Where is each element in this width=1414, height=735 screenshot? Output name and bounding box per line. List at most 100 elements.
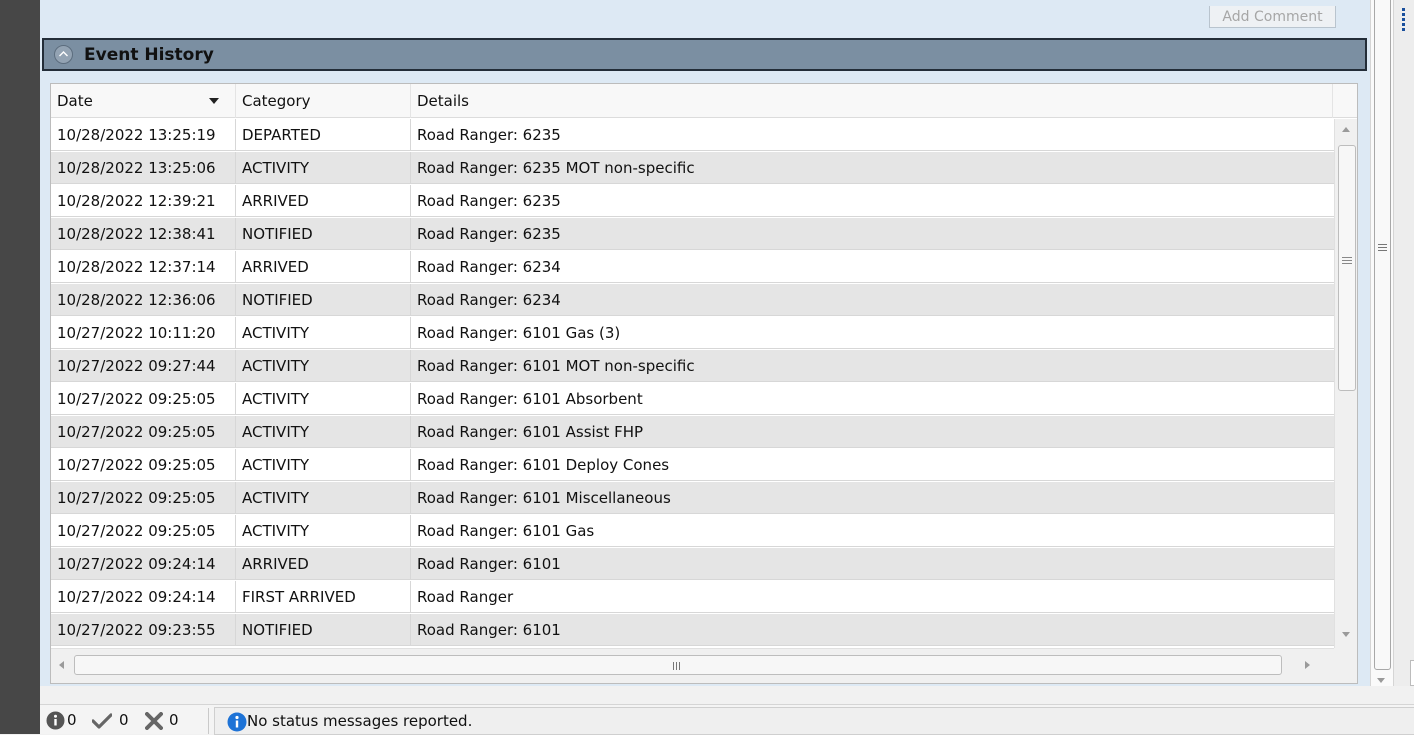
grid-header: Date Category Details — [51, 84, 1357, 118]
table-row[interactable]: 10/28/2022 13:25:06 ACTIVITY Road Ranger: … — [51, 152, 1334, 184]
status-message-box: No status messages reported. — [214, 707, 1414, 735]
date-cell: 10/27/2022 09:23:55 — [51, 614, 236, 646]
category-cell: ARRIVED — [236, 548, 411, 580]
details-cell: Road Ranger: 6101 Absorbent — [417, 390, 643, 408]
scroll-right-arrow-icon[interactable] — [1305, 661, 1310, 669]
table-row[interactable]: 10/27/2022 09:27:44 ACTIVITY Road Ranger: … — [51, 350, 1334, 382]
table-row[interactable]: 10/27/2022 09:25:05 ACTIVITY Road Ranger: … — [51, 416, 1334, 448]
column-header-date[interactable]: Date — [51, 84, 236, 118]
x-icon[interactable] — [145, 712, 163, 730]
details-cell: Road Ranger: 6101 MOT non-specific — [417, 357, 695, 375]
add-comment-button[interactable]: Add Comment — [1209, 6, 1336, 28]
table-row[interactable]: 10/27/2022 09:23:55 NOTIFIED Road Ranger: … — [51, 614, 1334, 646]
more-options-icon[interactable] — [1402, 8, 1408, 33]
category-cell: ACTIVITY — [236, 317, 411, 349]
date-cell: 10/27/2022 09:25:05 — [51, 449, 236, 481]
table-row[interactable]: 10/28/2022 13:25:19 DEPARTED Road Ranger: … — [51, 119, 1334, 151]
details-cell: Road Ranger: 6101 Gas — [417, 522, 595, 540]
table-row[interactable]: 10/28/2022 12:39:21 ARRIVED Road Ranger: 6… — [51, 185, 1334, 217]
details-cell: Road Ranger: 6235 MOT non-specific — [417, 159, 695, 177]
table-row[interactable]: 10/27/2022 10:11:20 ACTIVITY Road Ranger: … — [51, 317, 1334, 349]
details-cell: Road Ranger: 6234 — [417, 291, 561, 309]
left-edge-bar — [0, 0, 40, 734]
date-cell: 10/28/2022 13:25:19 — [51, 119, 236, 151]
details-cell: Road Ranger: 6235 — [417, 126, 561, 144]
table-row[interactable]: 10/28/2022 12:38:41 NOTIFIED Road Ranger: … — [51, 218, 1334, 250]
date-cell: 10/27/2022 09:24:14 — [51, 548, 236, 580]
scroll-down-arrow-icon[interactable] — [1342, 632, 1350, 637]
chevron-up-icon[interactable] — [54, 45, 73, 64]
grip-icon — [1342, 257, 1352, 266]
date-cell: 10/28/2022 12:37:14 — [51, 251, 236, 283]
grid-body: 10/28/2022 13:25:19 DEPARTED Road Ranger: … — [51, 119, 1334, 647]
checkmark-icon[interactable] — [92, 713, 112, 729]
details-cell: Road Ranger: 6101 — [417, 621, 561, 639]
date-cell: 10/28/2022 12:39:21 — [51, 185, 236, 217]
category-cell: ACTIVITY — [236, 416, 411, 448]
table-row[interactable]: 10/28/2022 12:37:14 ARRIVED Road Ranger: 6… — [51, 251, 1334, 283]
column-header-details[interactable]: Details — [411, 84, 1333, 118]
category-cell: NOTIFIED — [236, 218, 411, 250]
details-cell: Road Ranger: 6235 — [417, 192, 561, 210]
date-cell: 10/27/2022 09:25:05 — [51, 515, 236, 547]
table-row[interactable]: 10/27/2022 09:25:05 ACTIVITY Road Ranger: … — [51, 515, 1334, 547]
side-panel-edge — [1410, 660, 1414, 686]
category-cell: ARRIVED — [236, 185, 411, 217]
table-row[interactable]: 10/27/2022 09:25:05 ACTIVITY Road Ranger: … — [51, 449, 1334, 481]
date-cell: 10/27/2022 09:24:14 — [51, 581, 236, 613]
outer-scroll-thumb[interactable] — [1374, 0, 1391, 670]
status-bar: 0 0 0 No status messages reported. — [40, 704, 1414, 735]
table-row[interactable]: 10/27/2022 09:25:05 ACTIVITY Road Ranger: … — [51, 383, 1334, 415]
details-cell: Road Ranger: 6101 Miscellaneous — [417, 489, 671, 507]
vertical-scrollbar[interactable] — [1334, 119, 1357, 648]
grip-icon — [1378, 244, 1387, 253]
horizontal-scroll-thumb[interactable] — [74, 655, 1282, 675]
date-cell: 10/27/2022 09:25:05 — [51, 482, 236, 514]
category-cell: ARRIVED — [236, 251, 411, 283]
date-cell: 10/27/2022 09:25:05 — [51, 416, 236, 448]
category-cell: NOTIFIED — [236, 284, 411, 316]
date-cell: 10/28/2022 12:38:41 — [51, 218, 236, 250]
category-cell: ACTIVITY — [236, 482, 411, 514]
vertical-scroll-thumb[interactable] — [1338, 145, 1356, 391]
sort-descending-icon — [209, 98, 219, 104]
status-message: No status messages reported. — [247, 712, 473, 730]
grip-icon — [673, 662, 682, 680]
table-row[interactable]: 10/27/2022 09:24:14 FIRST ARRIVED Road Ran… — [51, 581, 1334, 613]
scroll-up-arrow-icon[interactable] — [1342, 127, 1350, 132]
scrollbar-corner — [1334, 648, 1357, 683]
details-cell: Road Ranger: 6101 Deploy Cones — [417, 456, 670, 474]
outer-scroll-down-arrow-icon[interactable] — [1377, 678, 1385, 683]
date-cell: 10/27/2022 09:27:44 — [51, 350, 236, 382]
date-cell: 10/28/2022 13:25:06 — [51, 152, 236, 184]
scroll-left-arrow-icon[interactable] — [59, 661, 64, 669]
category-cell: FIRST ARRIVED — [236, 581, 411, 613]
details-cell: Road Ranger: 6234 — [417, 258, 561, 276]
details-cell: Road Ranger: 6101 — [417, 555, 561, 573]
outer-vertical-scrollbar[interactable] — [1370, 0, 1394, 686]
category-cell: ACTIVITY — [236, 152, 411, 184]
category-cell: ACTIVITY — [236, 449, 411, 481]
section-title: Event History — [84, 45, 214, 65]
table-row[interactable]: 10/27/2022 09:24:14 ARRIVED Road Ranger: 6… — [51, 548, 1334, 580]
details-cell: Road Ranger: 6101 Gas (3) — [417, 324, 621, 342]
details-cell: Road Ranger: 6235 — [417, 225, 561, 243]
info-circle-icon — [227, 712, 247, 732]
date-cell: 10/28/2022 12:36:06 — [51, 284, 236, 316]
info-icon[interactable] — [46, 711, 65, 730]
event-history-header[interactable]: Event History — [42, 38, 1367, 71]
details-cell: Road Ranger — [417, 588, 514, 606]
divider — [208, 708, 209, 734]
category-cell: NOTIFIED — [236, 614, 411, 646]
date-cell: 10/27/2022 10:11:20 — [51, 317, 236, 349]
horizontal-scrollbar[interactable] — [51, 648, 1334, 683]
category-cell: DEPARTED — [236, 119, 411, 151]
table-row[interactable]: 10/28/2022 12:36:06 NOTIFIED Road Ranger: … — [51, 284, 1334, 316]
table-row[interactable]: 10/27/2022 09:25:05 ACTIVITY Road Ranger: … — [51, 482, 1334, 514]
column-header-category[interactable]: Category — [236, 84, 411, 118]
event-history-grid: Date Category Details 10/28/2022 13:25:1… — [50, 83, 1358, 684]
info-count: 0 — [67, 711, 77, 729]
category-cell: ACTIVITY — [236, 350, 411, 382]
details-cell: Road Ranger: 6101 Assist FHP — [417, 423, 644, 441]
success-count: 0 — [119, 711, 129, 729]
